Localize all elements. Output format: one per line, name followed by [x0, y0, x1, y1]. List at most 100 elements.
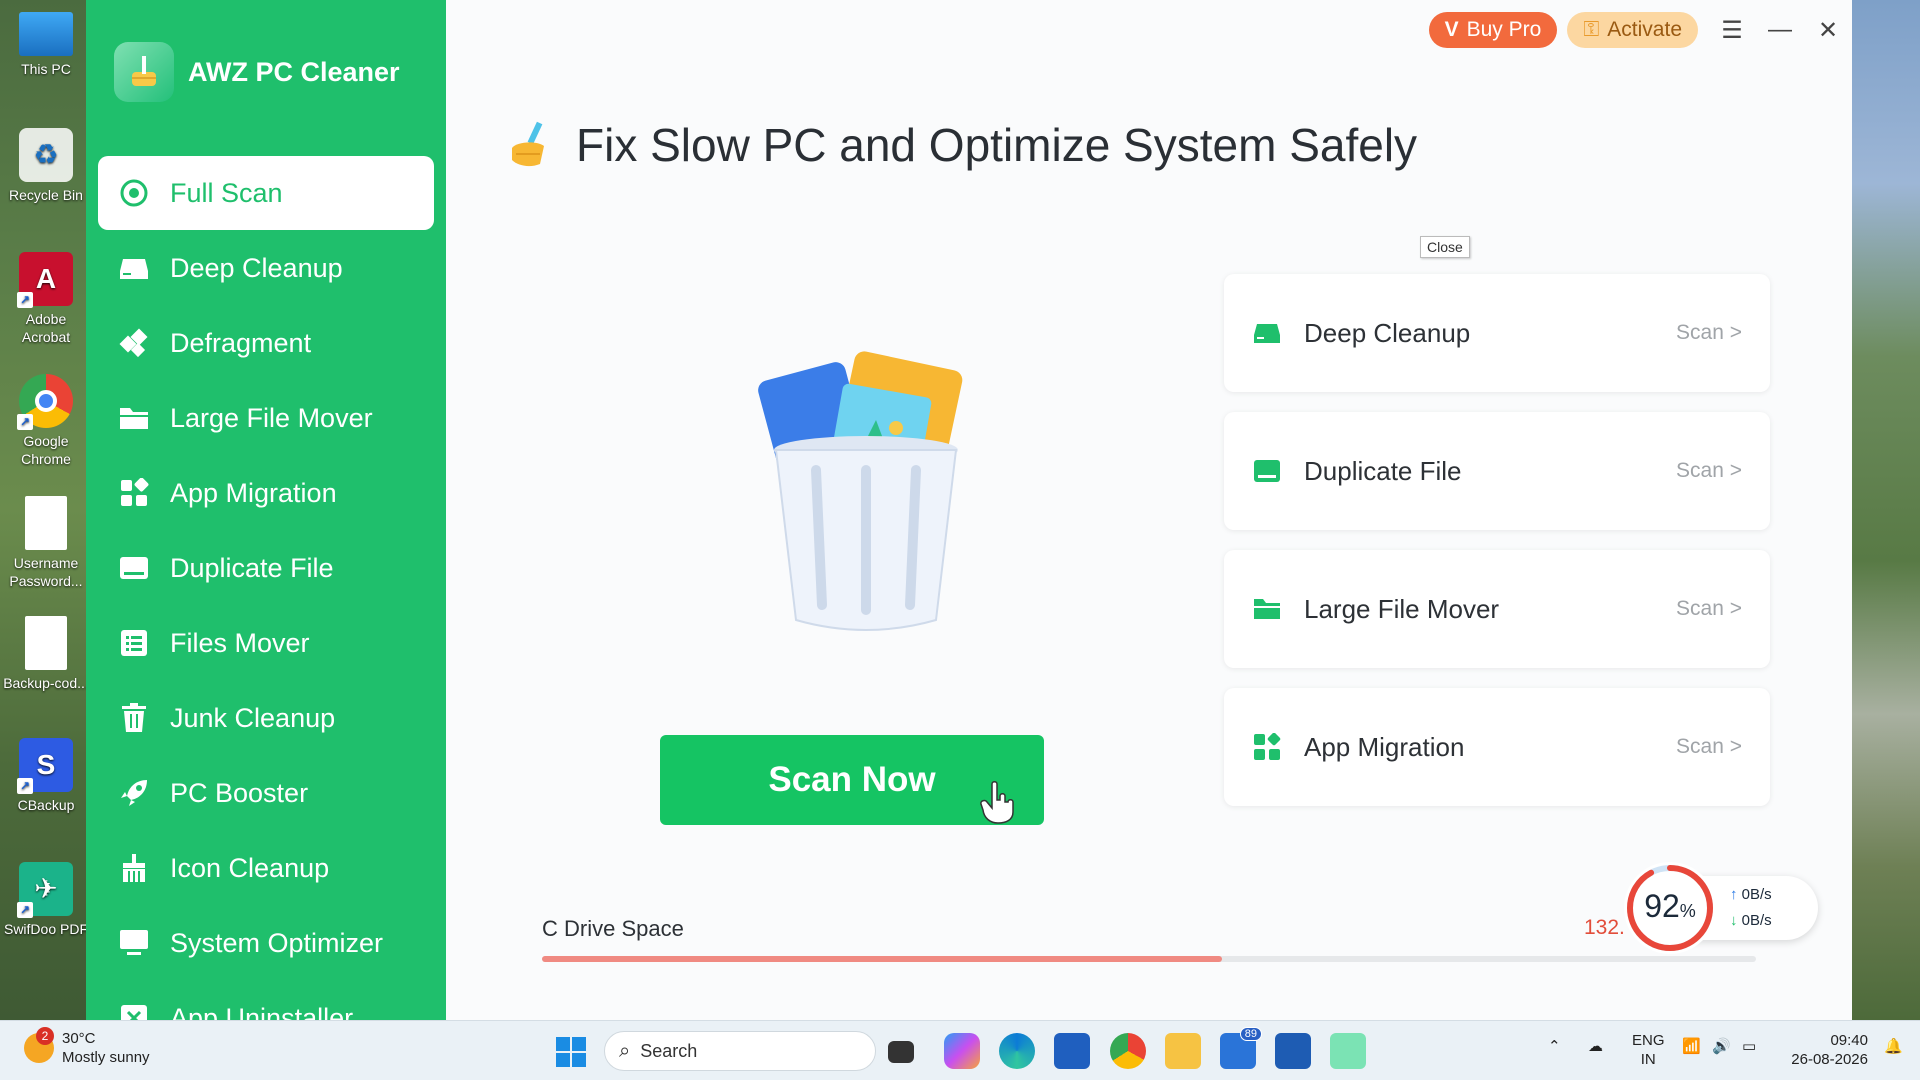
trash-icon: [118, 702, 150, 734]
edge-icon[interactable]: [999, 1033, 1035, 1069]
swifdoo-icon: ✈ ↗: [17, 862, 73, 918]
card-duplicate-file[interactable]: Duplicate File Scan >: [1224, 412, 1770, 530]
title-bar: V Buy Pro ⚿ Activate ☰ — ✕: [1428, 12, 1852, 48]
clock-time: 09:40: [1830, 1032, 1868, 1049]
sidebar-item-app-uninstaller[interactable]: App Uninstaller: [98, 981, 434, 1020]
sidebar-item-pc-booster[interactable]: PC Booster: [98, 756, 434, 830]
word-icon[interactable]: [1275, 1033, 1311, 1069]
shortcut-arrow-icon: ↗: [17, 902, 33, 918]
folder-icon: [1252, 594, 1282, 624]
taskbar-clock[interactable]: 09:40 26-08-2026: [1786, 1031, 1868, 1069]
upload-arrow-icon: ↑: [1730, 886, 1738, 903]
folder-icon: [118, 402, 150, 434]
card-scan-link[interactable]: Scan >: [1676, 321, 1742, 345]
activate-label: Activate: [1607, 18, 1682, 41]
volume-icon[interactable]: 🔊: [1712, 1037, 1731, 1055]
drive-space-label: C Drive Space: [542, 916, 684, 941]
awz-pc-cleaner-taskbar-icon[interactable]: [1330, 1033, 1366, 1069]
sidebar-item-duplicate-file[interactable]: Duplicate File: [98, 531, 434, 605]
desktop-wallpaper-right: [1852, 0, 1920, 1020]
sidebar-item-label: Icon Cleanup: [170, 852, 330, 883]
desktop-icon-this-pc[interactable]: This PC: [2, 12, 90, 78]
sidebar-item-app-migration[interactable]: App Migration: [98, 456, 434, 530]
menu-button[interactable]: ☰: [1708, 12, 1756, 48]
card-scan-link[interactable]: Scan >: [1676, 459, 1742, 483]
hamburger-icon: ☰: [1721, 16, 1743, 44]
desktop-icon-label: Google Chrome: [21, 433, 71, 467]
gauge-percent-sign: %: [1679, 901, 1696, 921]
gauge-percent-value: 92: [1644, 888, 1680, 924]
gauge-percent: 92%: [1624, 888, 1716, 925]
broom-logo-icon: [114, 42, 174, 102]
hand-pointer-icon: [978, 780, 1018, 833]
desktop-icon-label: Adobe Acrobat: [21, 311, 71, 345]
wifi-icon[interactable]: 📶: [1682, 1037, 1701, 1055]
card-app-migration[interactable]: App Migration Scan >: [1224, 688, 1770, 806]
key-icon: ⚿: [1583, 18, 1600, 41]
weather-temp: 30°C: [62, 1030, 96, 1047]
close-button[interactable]: ✕: [1804, 12, 1852, 48]
trash-bin-illustration: [746, 350, 986, 640]
onedrive-icon[interactable]: ☁: [1588, 1037, 1603, 1055]
card-deep-cleanup[interactable]: Deep Cleanup Scan >: [1224, 274, 1770, 392]
desktop-icon-username-password[interactable]: Username Password...: [2, 496, 90, 590]
page-title: Fix Slow PC and Optimize System Safely: [576, 119, 1418, 171]
apps-grid-icon: [118, 477, 150, 509]
activate-button[interactable]: ⚿ Activate: [1567, 12, 1698, 48]
sidebar-item-label: Junk Cleanup: [170, 702, 336, 733]
copilot-icon[interactable]: [944, 1033, 980, 1069]
sidebar-item-defragment[interactable]: Defragment: [98, 306, 434, 380]
desktop-icon-adobe-acrobat[interactable]: A ↗ Adobe Acrobat: [2, 252, 90, 346]
card-title: Large File Mover: [1304, 593, 1500, 624]
weather-desc: Mostly sunny: [62, 1049, 150, 1066]
desktop-icon-recycle-bin[interactable]: ♻ Recycle Bin: [2, 128, 90, 204]
search-icon: ⌕: [619, 1039, 631, 1062]
broom-icon: [118, 852, 150, 884]
drive-icon: [1252, 318, 1282, 348]
sidebar-item-large-file-mover[interactable]: Large File Mover: [98, 381, 434, 455]
language-indicator[interactable]: ENG IN: [1632, 1031, 1665, 1069]
battery-icon[interactable]: ▭: [1742, 1037, 1756, 1055]
weather-widget[interactable]: 2 30°C Mostly sunny: [24, 1027, 150, 1067]
sidebar-item-icon-cleanup[interactable]: Icon Cleanup: [98, 831, 434, 905]
windows-logo-icon: [556, 1037, 586, 1067]
main-panel: V Buy Pro ⚿ Activate ☰ — ✕ Fix Slow PC a…: [446, 0, 1852, 1020]
card-large-file-mover[interactable]: Large File Mover Scan >: [1224, 550, 1770, 668]
file-explorer-icon[interactable]: [1165, 1033, 1201, 1069]
sidebar-item-files-mover[interactable]: Files Mover: [98, 606, 434, 680]
sidebar-item-system-optimizer[interactable]: System Optimizer: [98, 906, 434, 980]
desktop-icon-google-chrome[interactable]: ↗ Google Chrome: [2, 374, 90, 468]
card-title: App Migration: [1304, 731, 1465, 762]
duplicate-icon: [118, 552, 150, 584]
card-title: Deep Cleanup: [1304, 317, 1471, 348]
desktop-icon-swifdoo-pdf[interactable]: ✈ ↗ SwifDoo PDF: [2, 862, 90, 938]
desktop-icon-backup-codes[interactable]: Backup-cod...: [2, 616, 90, 692]
scan-now-button[interactable]: Scan Now: [660, 735, 1044, 825]
chrome-icon[interactable]: [1110, 1033, 1146, 1069]
mail-icon[interactable]: 89: [1220, 1027, 1262, 1069]
taskbar-search[interactable]: ⌕ Search: [604, 1031, 876, 1071]
task-view-icon[interactable]: [888, 1041, 914, 1063]
desktop-icon-cbackup[interactable]: S ↗ CBackup: [2, 738, 90, 814]
app-name: AWZ PC Cleaner: [188, 56, 400, 87]
minimize-button[interactable]: —: [1756, 12, 1804, 48]
sidebar-item-deep-cleanup[interactable]: Deep Cleanup: [98, 231, 434, 305]
show-hidden-icons[interactable]: ⌃: [1548, 1037, 1561, 1055]
download-arrow-icon: ↓: [1730, 912, 1738, 929]
drive-space-bar: [542, 956, 1756, 962]
start-button[interactable]: [556, 1037, 586, 1072]
sidebar: AWZ PC Cleaner Full Scan Deep Cleanup De…: [86, 0, 446, 1020]
memory-gauge[interactable]: 92%: [1624, 862, 1716, 954]
desktop-icon-label: Backup-cod...: [3, 675, 89, 691]
notification-badge: 2: [36, 1027, 54, 1045]
notification-bell-icon[interactable]: 🔔: [1884, 1037, 1903, 1055]
network-speed: ↑ 0B/s ↓ 0B/s: [1730, 882, 1772, 934]
buy-pro-button[interactable]: V Buy Pro: [1428, 12, 1558, 48]
sidebar-item-junk-cleanup[interactable]: Junk Cleanup: [98, 681, 434, 755]
card-scan-link[interactable]: Scan >: [1676, 597, 1742, 621]
store-icon[interactable]: [1054, 1033, 1090, 1069]
sidebar-item-full-scan[interactable]: Full Scan: [98, 156, 434, 230]
desktop-icon-label: Username Password...: [9, 555, 83, 589]
card-scan-link[interactable]: Scan >: [1676, 735, 1742, 759]
chrome-icon: ↗: [17, 374, 73, 430]
